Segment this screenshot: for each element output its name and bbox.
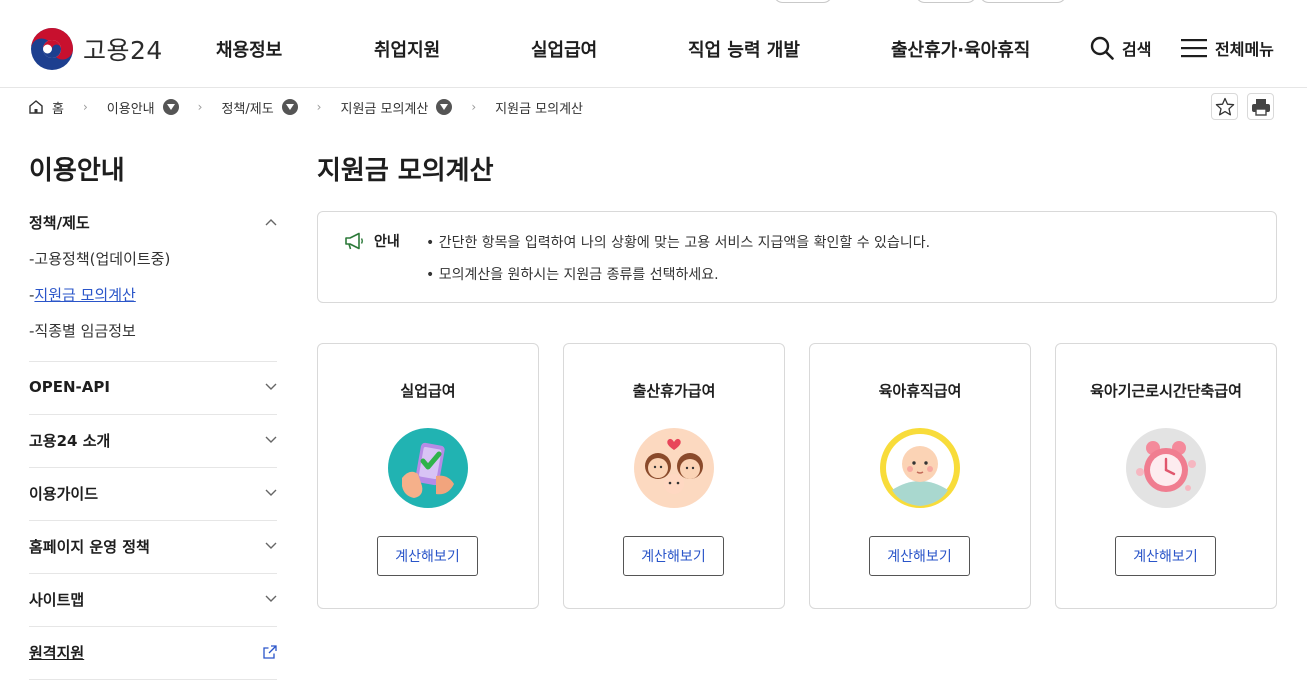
- calculate-button-parental-leave[interactable]: 계산해보기: [869, 536, 970, 576]
- chevron-down-icon: [265, 436, 277, 443]
- chevron-down-icon: [265, 542, 277, 549]
- sidebar-group-open-api[interactable]: OPEN-API: [29, 376, 277, 398]
- chevron-right-icon: ›: [197, 100, 203, 114]
- external-link-icon: [263, 645, 277, 659]
- chevron-right-icon: ›: [82, 100, 88, 114]
- breadcrumb-item-2[interactable]: 정책/제도: [221, 98, 298, 117]
- sidebar-group-sitemap[interactable]: 사이트맵: [29, 588, 277, 610]
- full-menu-label: 전체메뉴: [1215, 40, 1274, 59]
- breadcrumb-item-1[interactable]: 이용안내: [107, 98, 179, 117]
- breadcrumb: 홈 › 이용안내 › 정책/제도 › 지원금 모의계산 › 지원금 모의계산: [28, 96, 583, 118]
- notice-label: 안내: [344, 231, 400, 251]
- baby-icon: [880, 428, 960, 508]
- megaphone-icon: [345, 232, 363, 250]
- calculate-button-maternity[interactable]: 계산해보기: [623, 536, 724, 576]
- site-logo[interactable]: 고용24: [30, 27, 163, 71]
- sidebar-divider: [29, 679, 277, 680]
- card-title: 출산휴가급여: [632, 382, 716, 400]
- logo-text: 고용24: [83, 36, 163, 65]
- nav-jobs[interactable]: 채용정보: [216, 36, 282, 62]
- taegeuk-logo-icon: [31, 28, 73, 70]
- card-title: 육아휴직급여: [878, 382, 962, 400]
- card-title: 육아기근로시간단축급여: [1090, 382, 1242, 400]
- sidebar-divider: [29, 361, 277, 362]
- print-button[interactable]: [1247, 93, 1274, 120]
- notice-line-1: • 간단한 항목을 입력하여 나의 상황에 맞는 고용 서비스 지급액을 확인할…: [426, 235, 931, 251]
- sidebar-group-guide[interactable]: 이용가이드: [29, 482, 277, 504]
- sidebar-group-remote-support[interactable]: 원격지원: [29, 641, 277, 663]
- benefit-card-parental-leave: 육아휴직급여 계산해보기: [809, 343, 1031, 609]
- star-icon: [1215, 97, 1234, 115]
- chevron-right-icon: ›: [316, 100, 322, 114]
- sidebar-divider: [29, 626, 277, 627]
- notice-box: 안내 • 간단한 항목을 입력하여 나의 상황에 맞는 고용 서비스 지급액을 …: [317, 211, 1277, 303]
- nav-maternity-parental-leave[interactable]: 출산휴가·육아휴직: [891, 36, 1030, 62]
- sidebar-item-subsidy-calculator[interactable]: -지원금 모의계산: [29, 284, 136, 305]
- chevron-down-icon: [265, 595, 277, 602]
- breadcrumb-current: 지원금 모의계산: [495, 101, 584, 117]
- benefit-card-maternity: 출산휴가급여 계산해보기: [563, 343, 785, 609]
- nav-employment-support[interactable]: 취업지원: [374, 36, 440, 62]
- sidebar-divider: [29, 467, 277, 468]
- benefit-card-reduced-hours: 육아기근로시간단축급여 계산해보기: [1055, 343, 1277, 609]
- alarm-clock-icon: [1126, 428, 1206, 508]
- family-icon: [634, 428, 714, 508]
- nav-job-training[interactable]: 직업 능력 개발: [688, 36, 800, 62]
- notice-line-2: • 모의계산을 원하시는 지원금 종류를 선택하세요.: [426, 267, 719, 283]
- sidebar-divider: [29, 414, 277, 415]
- chevron-down-icon: [265, 383, 277, 390]
- sidebar-group-site-policy[interactable]: 홈페이지 운영 정책: [29, 535, 277, 557]
- calculate-button-unemployment[interactable]: 계산해보기: [377, 536, 478, 576]
- search-icon: [1090, 36, 1114, 60]
- breadcrumb-item-3[interactable]: 지원금 모의계산: [340, 98, 453, 117]
- sidebar-group-policy[interactable]: 정책/제도: [29, 211, 277, 233]
- breadcrumb-home[interactable]: 홈: [28, 98, 64, 117]
- site-header: 고용24 채용정보 취업지원 실업급여 직업 능력 개발 출산휴가·육아휴직 검…: [0, 0, 1307, 88]
- sidebar-divider: [29, 573, 277, 574]
- calculate-button-reduced-hours[interactable]: 계산해보기: [1115, 536, 1216, 576]
- sidebar-divider: [29, 520, 277, 521]
- sidebar-group-about[interactable]: 고용24 소개: [29, 429, 277, 451]
- chevron-right-icon: ›: [471, 100, 477, 114]
- dropdown-circle-icon[interactable]: [436, 99, 453, 115]
- home-icon: [29, 100, 43, 114]
- hamburger-icon: [1181, 39, 1207, 58]
- phone-hand-icon: [388, 428, 468, 508]
- dropdown-circle-icon[interactable]: [281, 99, 298, 115]
- bookmark-button[interactable]: [1211, 93, 1238, 120]
- search-button[interactable]: 검색: [1090, 36, 1151, 60]
- sidebar-title: 이용안내: [29, 156, 125, 186]
- full-menu-button[interactable]: 전체메뉴: [1181, 36, 1274, 60]
- sidebar-item-employment-policy[interactable]: -고용정책(업데이트중): [29, 248, 170, 269]
- page-title: 지원금 모의계산: [317, 156, 494, 186]
- dropdown-circle-icon[interactable]: [162, 99, 179, 115]
- sidebar-item-wage-info[interactable]: -직종별 임금정보: [29, 320, 136, 341]
- card-title: 실업급여: [400, 382, 456, 400]
- chevron-up-icon: [265, 219, 277, 226]
- chevron-down-icon: [265, 489, 277, 496]
- search-label: 검색: [1122, 40, 1152, 59]
- printer-icon: [1251, 98, 1270, 116]
- nav-unemployment-benefit[interactable]: 실업급여: [531, 36, 597, 62]
- benefit-card-unemployment: 실업급여 계산해보기: [317, 343, 539, 609]
